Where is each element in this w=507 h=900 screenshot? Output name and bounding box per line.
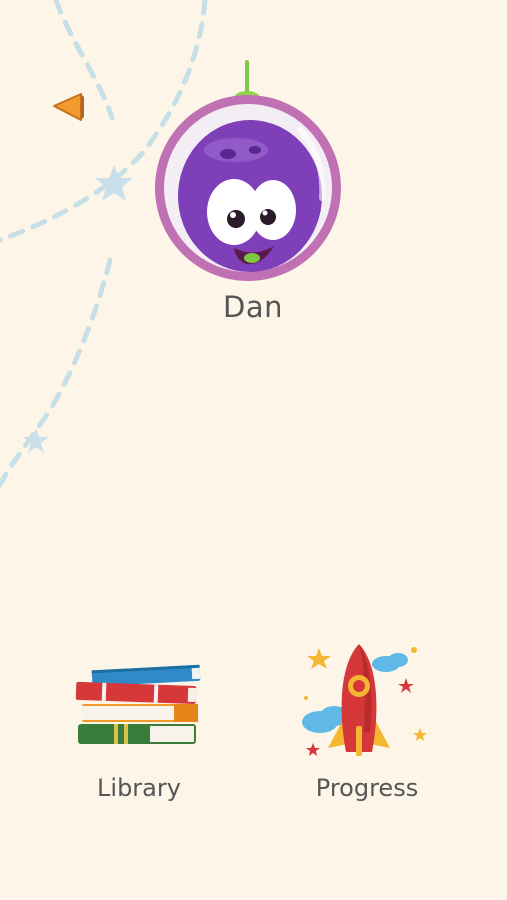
purple-alien-avatar-icon bbox=[155, 60, 341, 281]
back-button[interactable] bbox=[48, 88, 88, 126]
dashed-path-lower bbox=[0, 257, 113, 488]
back-arrow-icon bbox=[53, 93, 84, 121]
library-button[interactable]: Library bbox=[54, 640, 224, 820]
library-label: Library bbox=[97, 774, 181, 802]
progress-label: Progress bbox=[315, 774, 419, 802]
rocket-icon bbox=[302, 644, 427, 756]
progress-button[interactable]: Progress bbox=[282, 640, 452, 820]
profile-avatar[interactable] bbox=[150, 58, 350, 283]
books-stack-icon bbox=[75, 664, 201, 744]
profile-screen: Dan Library Progress bbox=[0, 0, 507, 900]
profile-name: Dan bbox=[223, 290, 283, 324]
